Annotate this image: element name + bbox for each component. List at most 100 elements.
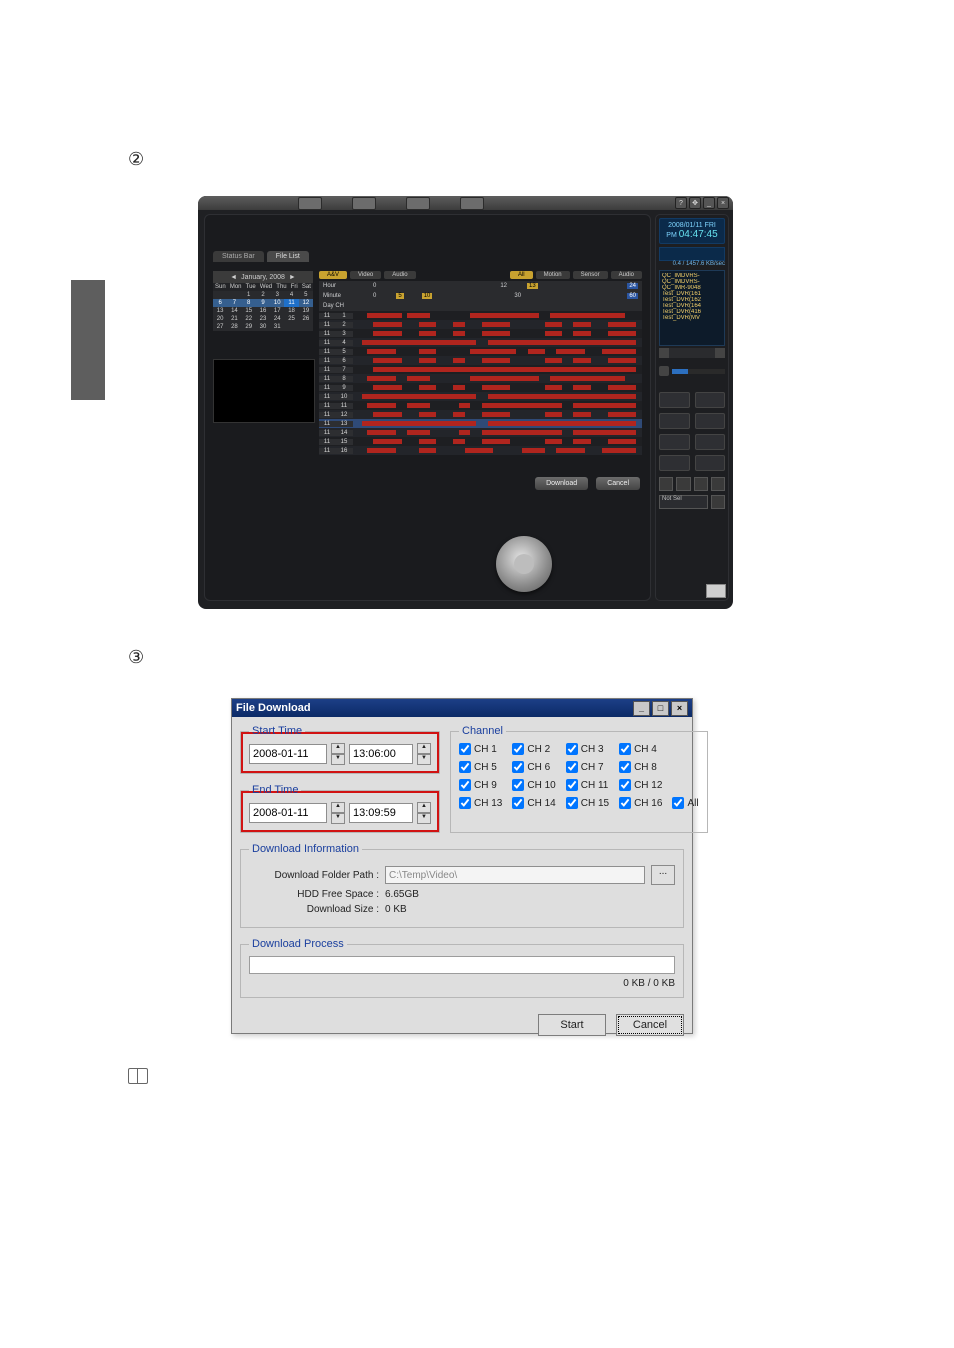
channel-checkbox[interactable]: CH 5: [459, 761, 502, 773]
help-button[interactable]: ?: [675, 197, 687, 209]
calendar-day[interactable]: 27: [213, 323, 227, 331]
timeline-row[interactable]: 1110: [319, 392, 642, 401]
tool-icon[interactable]: [460, 197, 484, 210]
timeline-row[interactable]: 1112: [319, 410, 642, 419]
date-spinner[interactable]: ▲▼: [331, 743, 345, 765]
calendar-day[interactable]: 25: [284, 315, 298, 323]
volume-slider[interactable]: [672, 369, 725, 374]
timeline-row[interactable]: 1115: [319, 437, 642, 446]
timeline-row[interactable]: 112: [319, 320, 642, 329]
pin-button[interactable]: ✥: [689, 197, 701, 209]
calendar-grid[interactable]: 1234567891011121314151617181920212223242…: [213, 291, 313, 331]
timeline-row[interactable]: 113: [319, 329, 642, 338]
filter-video[interactable]: Video: [350, 271, 381, 279]
calendar-day[interactable]: 18: [284, 307, 298, 315]
calendar-day[interactable]: 20: [213, 315, 227, 323]
start-date-input[interactable]: [249, 744, 327, 764]
tab-file-list[interactable]: File List: [267, 251, 309, 262]
tab-status-bar[interactable]: Status Bar: [213, 251, 264, 262]
timeline-rows[interactable]: 1111121131141151161171181191110111111121…: [319, 311, 642, 455]
close-button[interactable]: ×: [717, 197, 729, 209]
calendar-day[interactable]: 13: [213, 307, 227, 315]
minimize-button[interactable]: _: [633, 701, 650, 716]
channel-checkbox[interactable]: CH 2: [512, 743, 555, 755]
jog-wheel[interactable]: [496, 536, 552, 592]
calendar-day[interactable]: 19: [299, 307, 313, 315]
calendar-day[interactable]: 3: [270, 291, 284, 299]
tool-icon[interactable]: [406, 197, 430, 210]
calendar-day[interactable]: 9: [256, 299, 270, 307]
sidebar-tool-icon[interactable]: [695, 392, 726, 408]
channel-checkbox[interactable]: CH 16: [619, 797, 662, 809]
calendar-day[interactable]: [284, 323, 298, 331]
filter-audio[interactable]: Audio: [384, 271, 415, 279]
channel-checkbox[interactable]: CH 8: [619, 761, 662, 773]
channel-checkbox[interactable]: CH 1: [459, 743, 502, 755]
calendar-day[interactable]: 4: [284, 291, 298, 299]
layout-1-icon[interactable]: [659, 477, 673, 491]
timeline-row[interactable]: 1111: [319, 401, 642, 410]
calendar-day[interactable]: 11: [284, 299, 298, 307]
time-spinner[interactable]: ▲▼: [417, 743, 431, 765]
timeline-row[interactable]: 1114: [319, 428, 642, 437]
calendar-day[interactable]: 28: [227, 323, 241, 331]
calendar-day[interactable]: 26: [299, 315, 313, 323]
mail-icon[interactable]: [706, 584, 726, 598]
device-list[interactable]: QC_IMDVRS-QC_IMDVRS-QC_IMR-9048Test_DVR(…: [659, 270, 725, 346]
calendar-day[interactable]: 16: [256, 307, 270, 315]
channel-checkbox[interactable]: CH 7: [566, 761, 609, 773]
timeline-row[interactable]: 1116: [319, 446, 642, 455]
sidebar-tool-icon[interactable]: [695, 455, 726, 471]
timeline-row[interactable]: 119: [319, 383, 642, 392]
close-button[interactable]: ×: [671, 701, 688, 716]
timeline-row[interactable]: 118: [319, 374, 642, 383]
calendar-next-icon[interactable]: ►: [289, 274, 296, 281]
browse-button[interactable]: ...: [651, 865, 675, 885]
cancel-button[interactable]: Cancel: [596, 477, 640, 490]
timeline-row[interactable]: 115: [319, 347, 642, 356]
calendar-day[interactable]: 22: [242, 315, 256, 323]
channel-checkbox[interactable]: CH 13: [459, 797, 502, 809]
channel-checkbox[interactable]: CH 15: [566, 797, 609, 809]
layout-select[interactable]: Not Sel: [659, 495, 708, 509]
timeline-row[interactable]: 111: [319, 311, 642, 320]
calendar-day[interactable]: 7: [227, 299, 241, 307]
calendar-prev-icon[interactable]: ◄: [230, 274, 237, 281]
calendar-day[interactable]: 31: [270, 323, 284, 331]
folder-path-input[interactable]: [385, 866, 645, 884]
calendar-day[interactable]: 6: [213, 299, 227, 307]
filter-audio2[interactable]: Audio: [611, 271, 642, 279]
channel-checkbox[interactable]: CH 6: [512, 761, 555, 773]
calendar-day[interactable]: 8: [242, 299, 256, 307]
end-date-input[interactable]: [249, 803, 327, 823]
calendar-day[interactable]: 2: [256, 291, 270, 299]
channel-checkbox[interactable]: CH 9: [459, 779, 502, 791]
sidebar-tool-icon[interactable]: [659, 434, 690, 450]
layout-16-icon[interactable]: [711, 477, 725, 491]
tool-icon[interactable]: [352, 197, 376, 210]
calendar-day[interactable]: 1: [242, 291, 256, 299]
calendar-day[interactable]: 5: [299, 291, 313, 299]
channel-checkbox[interactable]: All: [672, 797, 698, 809]
filter-all[interactable]: All: [510, 271, 533, 279]
calendar-day[interactable]: 24: [270, 315, 284, 323]
calendar-day[interactable]: [299, 323, 313, 331]
cancel-button[interactable]: Cancel: [616, 1014, 684, 1036]
calendar-day[interactable]: 17: [270, 307, 284, 315]
channel-checkbox[interactable]: CH 12: [619, 779, 662, 791]
maximize-button[interactable]: □: [652, 701, 669, 716]
device-item[interactable]: Test_DVR(MV: [662, 315, 722, 321]
channel-checkbox[interactable]: CH 3: [566, 743, 609, 755]
calendar-day[interactable]: 15: [242, 307, 256, 315]
sidebar-tool-icon[interactable]: [695, 413, 726, 429]
start-button[interactable]: Start: [538, 1014, 606, 1036]
date-spinner[interactable]: ▲▼: [331, 802, 345, 824]
calendar-day[interactable]: 30: [256, 323, 270, 331]
calendar-day[interactable]: 14: [227, 307, 241, 315]
timeline-row[interactable]: 116: [319, 356, 642, 365]
sidebar-tool-icon[interactable]: [659, 392, 690, 408]
filter-sensor[interactable]: Sensor: [573, 271, 608, 279]
filter-av[interactable]: A&V: [319, 271, 347, 279]
timeline-row[interactable]: 1113: [319, 419, 642, 428]
calendar-day[interactable]: [227, 291, 241, 299]
